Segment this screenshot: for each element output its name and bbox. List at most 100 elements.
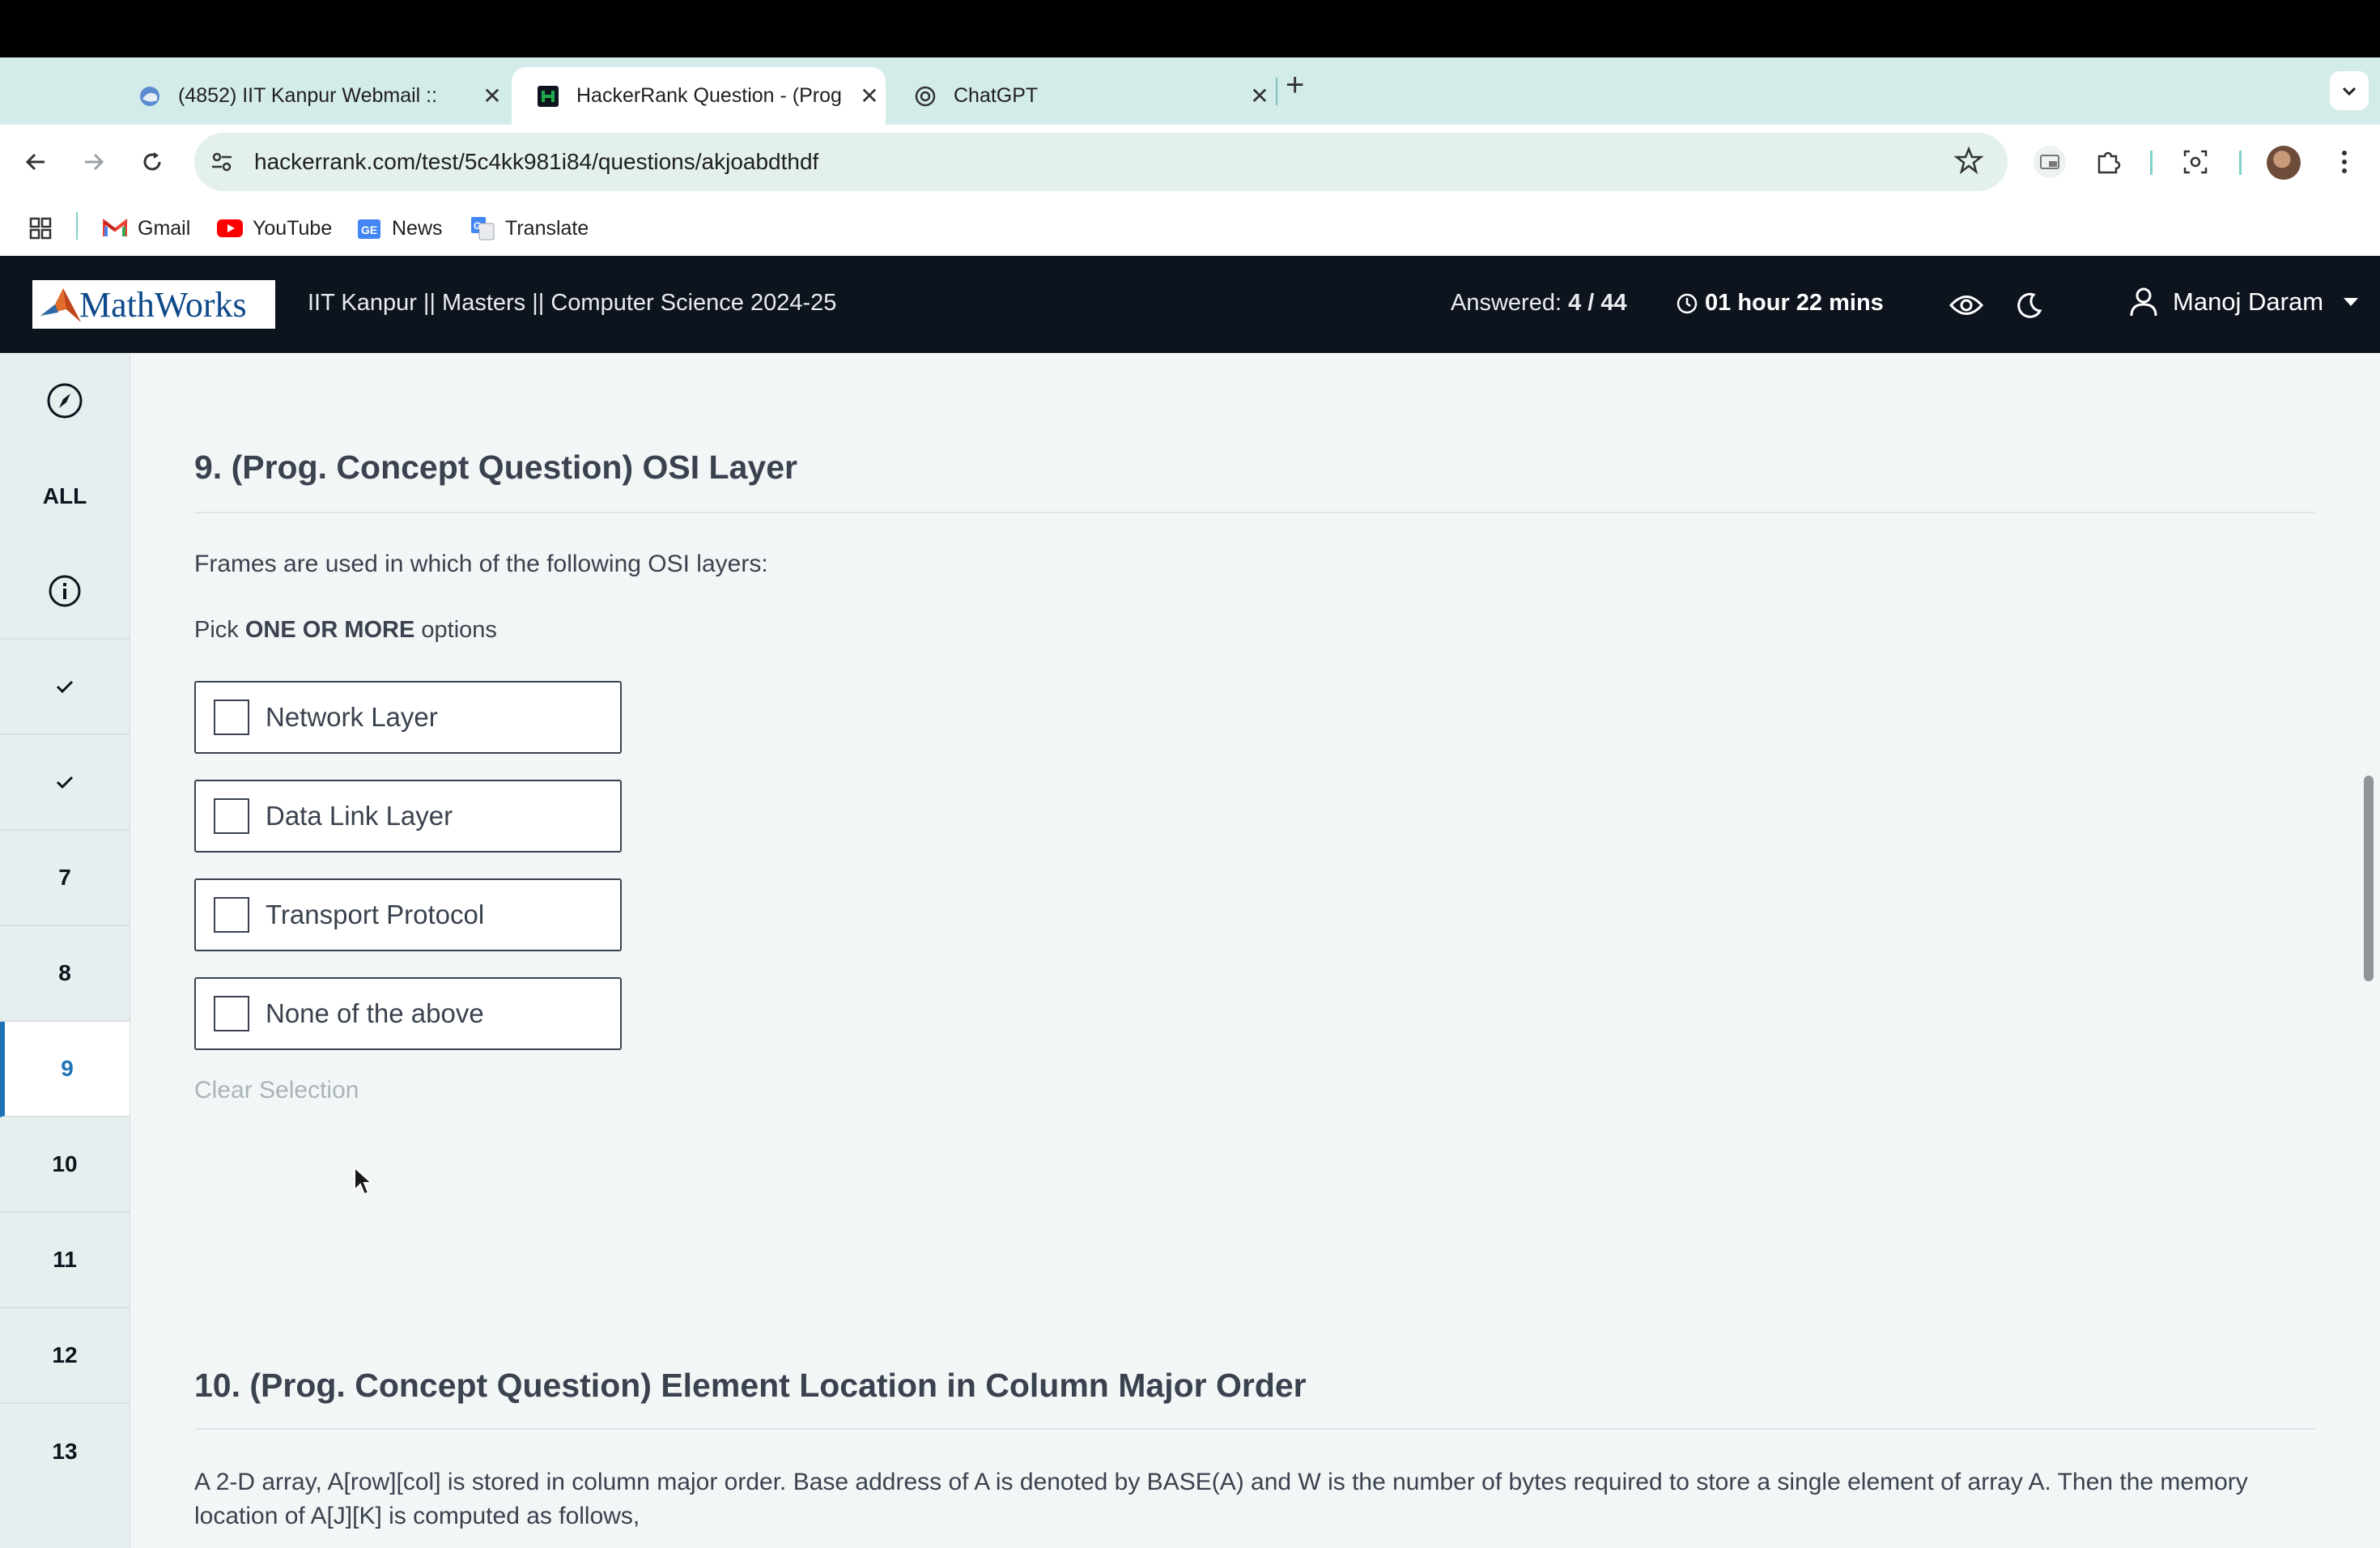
- rail-question-7[interactable]: 7: [0, 831, 130, 926]
- tab-hackerrank[interactable]: HackerRank Question - (Prog ✕: [512, 67, 886, 125]
- close-tab-icon[interactable]: ✕: [1243, 83, 1276, 109]
- pick-prefix: Pick: [194, 617, 239, 643]
- tab-webmail[interactable]: (4852) IIT Kanpur Webmail :: ✕: [113, 67, 508, 125]
- site-info-icon[interactable]: [206, 146, 238, 178]
- rail-question-answered[interactable]: [0, 640, 130, 735]
- news-icon: GE: [356, 215, 382, 241]
- question-title: 9. (Prog. Concept Question) OSI Layer: [194, 449, 797, 486]
- option-label: Transport Protocol: [266, 899, 485, 929]
- mathworks-logo: MathWorks: [32, 280, 275, 329]
- dark-mode-moon-icon[interactable]: [2012, 288, 2046, 322]
- user-name: Manoj Daram: [2173, 287, 2324, 316]
- rail-question-8[interactable]: 8: [0, 926, 130, 1022]
- question-text: Frames are used in which of the followin…: [194, 551, 768, 577]
- question-navigator: ALL 7 8 9 10 11 12 13: [0, 353, 130, 1548]
- user-menu[interactable]: Manoj Daram: [2129, 287, 2359, 317]
- rail-all[interactable]: ALL: [0, 449, 130, 544]
- info-icon: [48, 574, 82, 608]
- rail-label: 10: [52, 1151, 78, 1176]
- tab-search-chevron-icon[interactable]: [2330, 71, 2369, 110]
- bookmark-label: News: [392, 216, 443, 240]
- option-data-link-layer[interactable]: Data Link Layer: [194, 780, 622, 853]
- extensions-puzzle-icon[interactable]: [2087, 141, 2129, 183]
- rail-label: 12: [52, 1342, 78, 1367]
- pick-bold: ONE OR MORE: [244, 617, 415, 643]
- checkbox[interactable]: [214, 798, 249, 834]
- rail-label: 7: [58, 865, 71, 890]
- back-arrow-icon[interactable]: [16, 142, 55, 181]
- pip-icon[interactable]: [2029, 141, 2071, 183]
- answered-label: Answered:: [1451, 290, 1562, 316]
- reload-icon[interactable]: [133, 142, 172, 181]
- address-bar[interactable]: hackerrank.com/test/5c4kk981i84/question…: [194, 133, 2008, 191]
- profile-avatar[interactable]: [2267, 146, 2301, 180]
- webmail-icon: [138, 84, 162, 108]
- chevron-down-icon: [2343, 296, 2359, 308]
- hackerrank-icon: [536, 84, 560, 108]
- bookmark-news[interactable]: GE News: [356, 212, 443, 245]
- rail-question-9[interactable]: 9: [0, 1022, 130, 1117]
- clear-selection-link[interactable]: Clear Selection: [194, 1077, 359, 1104]
- checkbox[interactable]: [214, 700, 249, 735]
- rail-label: 9: [61, 1056, 74, 1081]
- bookmark-star-icon[interactable]: [1953, 146, 1984, 179]
- os-top-bar: [0, 0, 2380, 57]
- rail-compass[interactable]: [0, 353, 130, 449]
- toolbar-separator: [2239, 151, 2242, 175]
- rail-question-answered[interactable]: [0, 735, 130, 831]
- test-title: IIT Kanpur || Masters || Computer Scienc…: [308, 290, 837, 316]
- bookmark-gmail[interactable]: Gmail: [102, 212, 190, 245]
- option-label: None of the above: [266, 998, 484, 1028]
- kebab-menu-icon[interactable]: [2323, 141, 2365, 183]
- new-tab-icon[interactable]: +: [1286, 69, 1304, 101]
- tab-separator: [1276, 78, 1277, 105]
- svg-text:GE: GE: [361, 223, 377, 236]
- close-tab-icon[interactable]: ✕: [476, 83, 508, 109]
- mouse-cursor-icon: [353, 1165, 374, 1202]
- option-transport-protocol[interactable]: Transport Protocol: [194, 878, 622, 951]
- lens-screenshot-icon[interactable]: [2174, 141, 2216, 183]
- svg-text:G: G: [474, 220, 481, 232]
- close-tab-icon[interactable]: ✕: [853, 83, 886, 109]
- apps-grid-icon[interactable]: [28, 212, 53, 245]
- bookmarks-bar: Gmail YouTube GE News G Translate: [0, 199, 2380, 257]
- rail-question-12[interactable]: 12: [0, 1308, 130, 1404]
- checkbox[interactable]: [214, 996, 249, 1031]
- forward-arrow-icon[interactable]: [74, 142, 113, 181]
- gmail-icon: [102, 215, 128, 241]
- tab-title: (4852) IIT Kanpur Webmail ::: [178, 84, 438, 107]
- option-none-of-the-above[interactable]: None of the above: [194, 977, 622, 1050]
- question-title: 10. (Prog. Concept Question) Element Loc…: [194, 1367, 1307, 1404]
- rail-question-10[interactable]: 10: [0, 1117, 130, 1213]
- scrollbar-thumb[interactable]: [2364, 776, 2374, 981]
- rail-label: 8: [58, 960, 71, 985]
- rail-label: ALL: [42, 483, 87, 508]
- bookmark-label: Gmail: [138, 216, 191, 240]
- eye-icon[interactable]: [1949, 288, 1983, 322]
- bookmark-label: YouTube: [253, 216, 333, 240]
- pick-instruction: Pick ONE OR MORE options: [194, 617, 497, 644]
- bookmark-youtube[interactable]: YouTube: [217, 212, 332, 245]
- divider: [194, 1428, 2315, 1430]
- time-remaining: 01 hour 22 mins: [1705, 290, 1884, 316]
- youtube-icon: [217, 215, 243, 241]
- option-label: Network Layer: [266, 702, 438, 732]
- option-label: Data Link Layer: [266, 801, 453, 831]
- rail-question-11[interactable]: 11: [0, 1213, 130, 1308]
- rail-label: 11: [53, 1247, 77, 1272]
- check-icon: [55, 678, 74, 695]
- bookmark-translate[interactable]: G Translate: [470, 212, 589, 245]
- user-icon: [2129, 287, 2158, 317]
- tab-title: HackerRank Question - (Prog: [576, 84, 842, 107]
- question-text: A 2-D array, A[row][col] is stored in co…: [194, 1469, 2248, 1529]
- timer: 01 hour 22 mins: [1676, 290, 1884, 317]
- answered-count: Answered: 4 / 44: [1451, 290, 1627, 317]
- pick-suffix: options: [421, 617, 497, 643]
- url-text: hackerrank.com/test/5c4kk981i84/question…: [254, 149, 819, 174]
- option-network-layer[interactable]: Network Layer: [194, 681, 622, 754]
- rail-question-13[interactable]: 13: [0, 1404, 130, 1499]
- bookmark-label: Translate: [505, 216, 589, 240]
- rail-info[interactable]: [0, 544, 130, 640]
- checkbox[interactable]: [214, 897, 249, 933]
- tab-chatgpt[interactable]: ChatGPT ✕: [889, 67, 1276, 125]
